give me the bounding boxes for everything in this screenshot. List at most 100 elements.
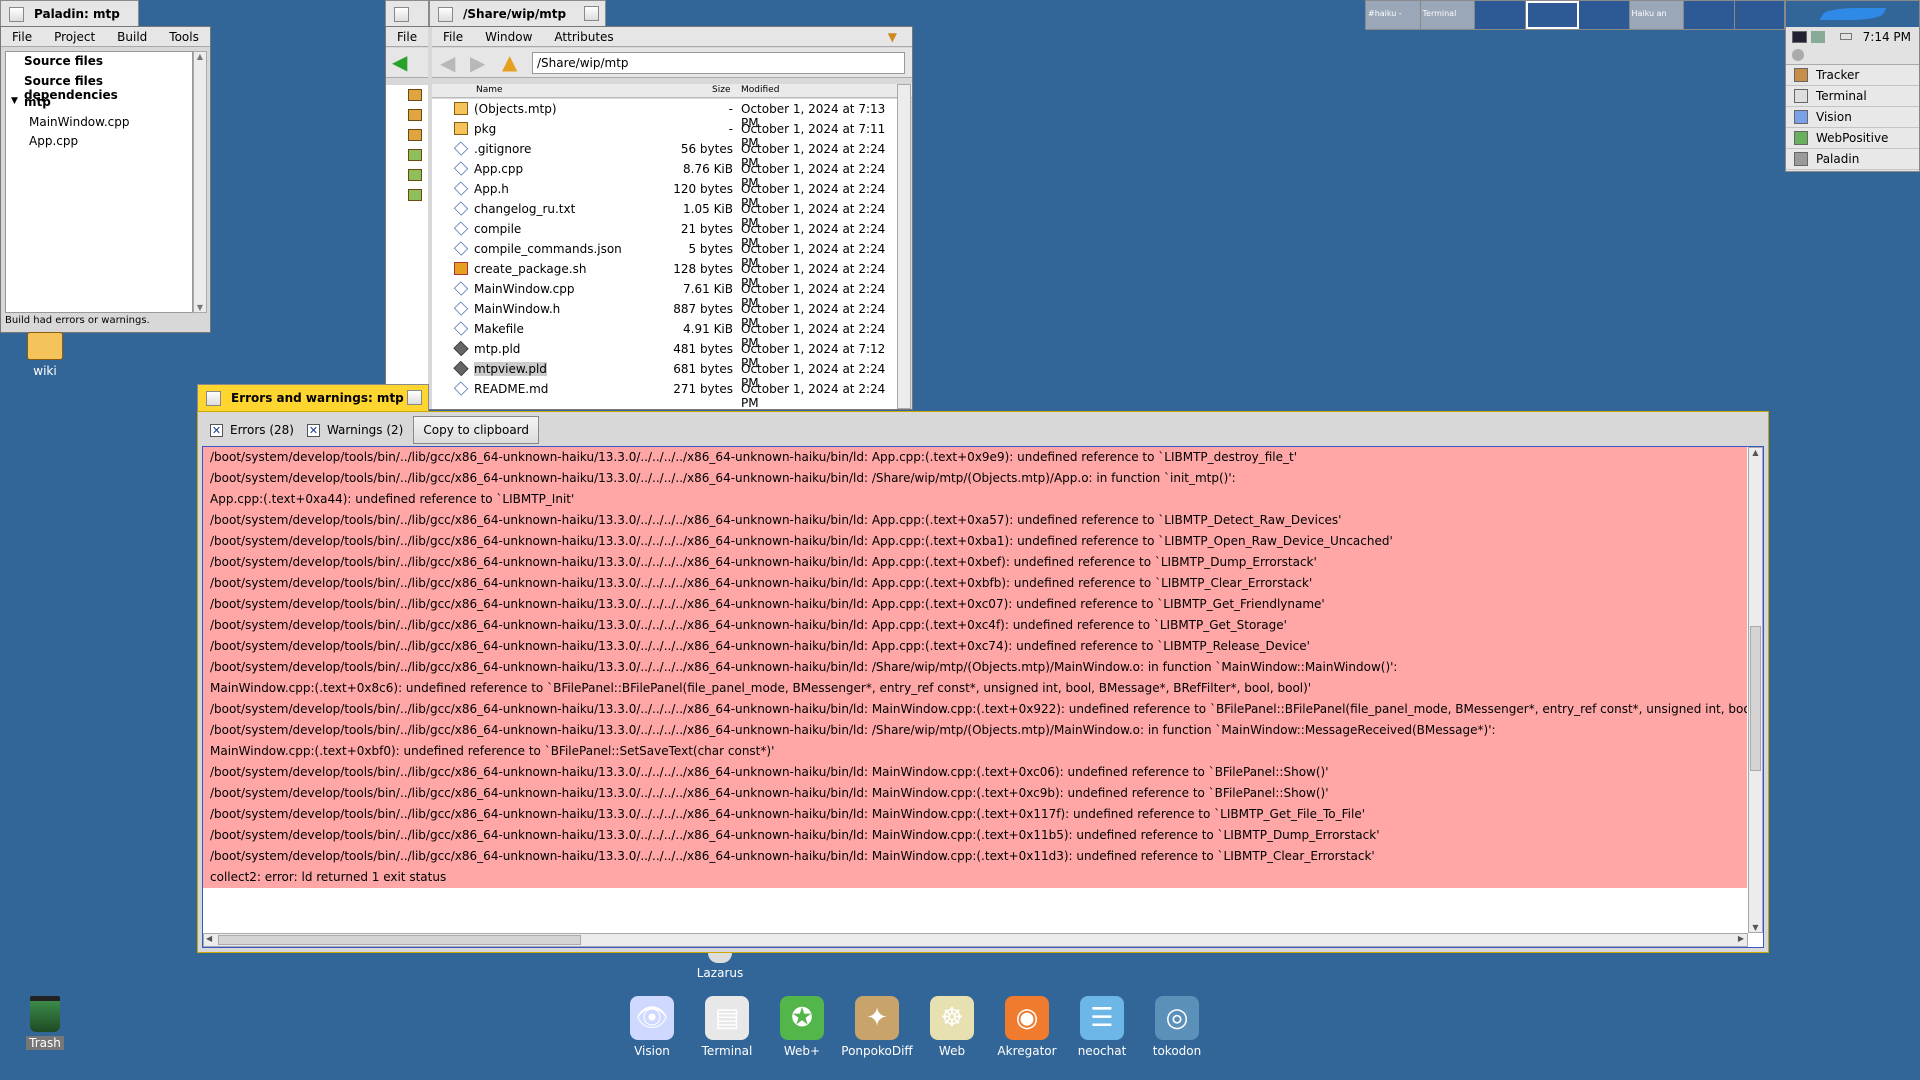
workspace-2[interactable]: Terminal [1420, 1, 1475, 29]
scroll-left-arrow-icon[interactable]: ◀ [206, 934, 212, 943]
deskbar-app-vision[interactable]: Vision [1786, 107, 1919, 128]
hidden-window-tab[interactable] [385, 0, 429, 27]
dock-item-vision[interactable]: 👁 Vision [615, 996, 689, 1058]
errors-checkbox[interactable]: ✕ Errors (28) [210, 423, 294, 437]
nav-back-icon[interactable]: ◀ [440, 51, 455, 75]
tray-battery-icon[interactable] [1840, 33, 1852, 40]
dock-item-web[interactable]: ☸ Web [915, 996, 989, 1058]
tracker-scrollbar[interactable] [897, 84, 911, 409]
workspace-8[interactable] [1734, 1, 1784, 29]
file-row[interactable]: App.h 120 bytes October 1, 2024 at 2:24 PM [432, 179, 897, 210]
deskbar-app-paladin[interactable]: Paladin [1786, 149, 1919, 170]
paladin-menu-build[interactable]: Build [106, 30, 158, 44]
file-row[interactable]: (Objects.mtp) - October 1, 2024 at 7:13 PM [432, 99, 897, 130]
tracker-title-tab[interactable]: /Share/wip/mtp [429, 0, 606, 27]
dock-item-neochat[interactable]: ☰ neochat [1065, 996, 1139, 1058]
workspace-6[interactable]: Haiku an [1629, 1, 1684, 29]
paladin-scrollbar[interactable]: ▲ ▼ [193, 51, 207, 313]
side-folder-icon[interactable] [408, 129, 422, 141]
left-menu-file[interactable]: File [386, 30, 428, 44]
workspace-5[interactable] [1579, 1, 1630, 29]
file-row[interactable]: changelog_ru.txt 1.05 KiB October 1, 2024 … [432, 199, 897, 230]
file-row[interactable]: mtpview.pld 681 bytes October 1, 2024 at 2… [432, 359, 897, 390]
workspace-pager[interactable]: #haiku - Terminal Haiku an [1365, 0, 1785, 30]
error-line[interactable]: /boot/system/develop/tools/bin/../lib/gc… [203, 447, 1747, 468]
errors-close-button[interactable] [206, 390, 221, 406]
errors-hscroll-thumb[interactable] [218, 935, 581, 945]
file-row[interactable]: compile 21 bytes October 1, 2024 at 2:24 P… [432, 219, 897, 250]
file-row[interactable]: create_package.sh 128 bytes October 1, 202… [432, 259, 897, 290]
tree-project-mtp[interactable]: mtp [24, 95, 51, 109]
tray-network-icon[interactable] [1811, 31, 1825, 43]
dock-item-ponpokodiff[interactable]: ✦ PonpokoDiff [840, 996, 914, 1058]
error-line[interactable]: App.cpp:(.text+0xa44): undefined referen… [203, 489, 1747, 510]
workspace-4-current[interactable] [1525, 1, 1579, 29]
scroll-down-arrow-icon[interactable]: ▼ [1749, 923, 1762, 932]
deskbar-app-terminal[interactable]: Terminal [1786, 86, 1919, 107]
file-row[interactable]: README.md 271 bytes October 1, 2024 at 2:2… [432, 379, 897, 410]
paladin-menu-file[interactable]: File [1, 30, 43, 44]
dock-item-akregator[interactable]: ◉ Akregator [990, 996, 1064, 1058]
error-line[interactable]: /boot/system/develop/tools/bin/../lib/gc… [203, 531, 1747, 552]
workspace-7[interactable] [1684, 1, 1735, 29]
paladin-menu-project[interactable]: Project [43, 30, 106, 44]
error-line[interactable]: /boot/system/develop/tools/bin/../lib/gc… [203, 615, 1747, 636]
tree-file-app[interactable]: App.cpp [29, 134, 78, 148]
deskbar-logo[interactable] [1786, 1, 1919, 27]
deskbar-app-tracker[interactable]: Tracker [1786, 65, 1919, 86]
scroll-up-arrow-icon[interactable]: ▲ [194, 52, 206, 61]
hidden-window-close-button[interactable] [394, 6, 409, 22]
deskbar-app-webpositive[interactable]: WebPositive [1786, 128, 1919, 149]
tracker-menu-window[interactable]: Window [474, 30, 543, 44]
scroll-right-arrow-icon[interactable]: ▶ [1738, 934, 1744, 943]
path-input[interactable] [532, 52, 905, 74]
col-name-header[interactable]: Name [476, 85, 503, 95]
side-folder-icon[interactable] [408, 169, 422, 181]
file-row[interactable]: compile_commands.json 5 bytes October 1, 2… [432, 239, 897, 270]
error-line[interactable]: /boot/system/develop/tools/bin/../lib/gc… [203, 636, 1747, 657]
tracker-filter-icon[interactable]: ▼ [877, 30, 908, 44]
tracker-zoom-button[interactable] [584, 6, 599, 21]
side-folder-icon[interactable] [408, 189, 422, 201]
error-line[interactable]: /boot/system/develop/tools/bin/../lib/gc… [203, 573, 1747, 594]
side-folder-icon[interactable] [408, 109, 422, 121]
file-row[interactable]: pkg - October 1, 2024 at 7:11 PM [432, 119, 897, 150]
col-size-header[interactable]: Size [712, 85, 730, 95]
tracker-menu-file[interactable]: File [432, 30, 474, 44]
desktop-trash[interactable]: Trash [20, 996, 70, 1050]
tracker-close-button[interactable] [438, 6, 453, 22]
tray-monitor-icon[interactable] [1792, 31, 1807, 43]
dock-item-web[interactable]: ✪ Web+ [765, 996, 839, 1058]
deskbar-clock[interactable]: 7:14 PM [1863, 30, 1911, 44]
dock-item-terminal[interactable]: ▤ Terminal [690, 996, 764, 1058]
warnings-checkbox[interactable]: ✕ Warnings (2) [306, 423, 403, 437]
errors-vscroll-thumb[interactable] [1750, 626, 1761, 771]
error-line[interactable]: /boot/system/develop/tools/bin/../lib/gc… [203, 468, 1747, 489]
errors-zoom-button[interactable] [407, 390, 422, 405]
tree-file-mainwindow[interactable]: MainWindow.cpp [29, 115, 130, 129]
error-line[interactable]: /boot/system/develop/tools/bin/../lib/gc… [203, 762, 1747, 783]
paladin-menu-tools[interactable]: Tools [158, 30, 210, 44]
errors-hscrollbar[interactable]: ◀ ▶ [203, 933, 1748, 947]
error-line[interactable]: /boot/system/develop/tools/bin/../lib/gc… [203, 699, 1747, 720]
file-row[interactable]: MainWindow.cpp 7.61 KiB October 1, 2024 at… [432, 279, 897, 310]
side-folder-icon[interactable] [408, 89, 422, 101]
error-line[interactable]: collect2: error: ld returned 1 exit stat… [203, 867, 1747, 888]
workspace-1[interactable]: #haiku - [1366, 1, 1421, 29]
error-line[interactable]: /boot/system/develop/tools/bin/../lib/gc… [203, 552, 1747, 573]
tray-drive-icon[interactable] [1792, 49, 1804, 61]
col-modified-header[interactable]: Modified [741, 85, 779, 95]
error-line[interactable]: /boot/system/develop/tools/bin/../lib/gc… [203, 510, 1747, 531]
file-row[interactable]: Makefile 4.91 KiB October 1, 2024 at 2:24 … [432, 319, 897, 350]
scroll-up-arrow-icon[interactable]: ▲ [1749, 448, 1762, 457]
error-line[interactable]: /boot/system/develop/tools/bin/../lib/gc… [203, 657, 1747, 678]
tree-expander-icon[interactable]: ▼ [11, 96, 18, 106]
errors-title-tab[interactable]: Errors and warnings: mtp [197, 384, 429, 411]
paladin-close-button[interactable] [9, 6, 24, 22]
error-line[interactable]: /boot/system/develop/tools/bin/../lib/gc… [203, 783, 1747, 804]
file-row[interactable]: App.cpp 8.76 KiB October 1, 2024 at 2:24 P… [432, 159, 897, 190]
scroll-down-arrow-icon[interactable]: ▼ [194, 303, 206, 312]
error-line[interactable]: /boot/system/develop/tools/bin/../lib/gc… [203, 825, 1747, 846]
paladin-title-tab[interactable]: Paladin: mtp [0, 0, 139, 27]
file-row[interactable]: .gitignore 56 bytes October 1, 2024 at 2:2… [432, 139, 897, 170]
